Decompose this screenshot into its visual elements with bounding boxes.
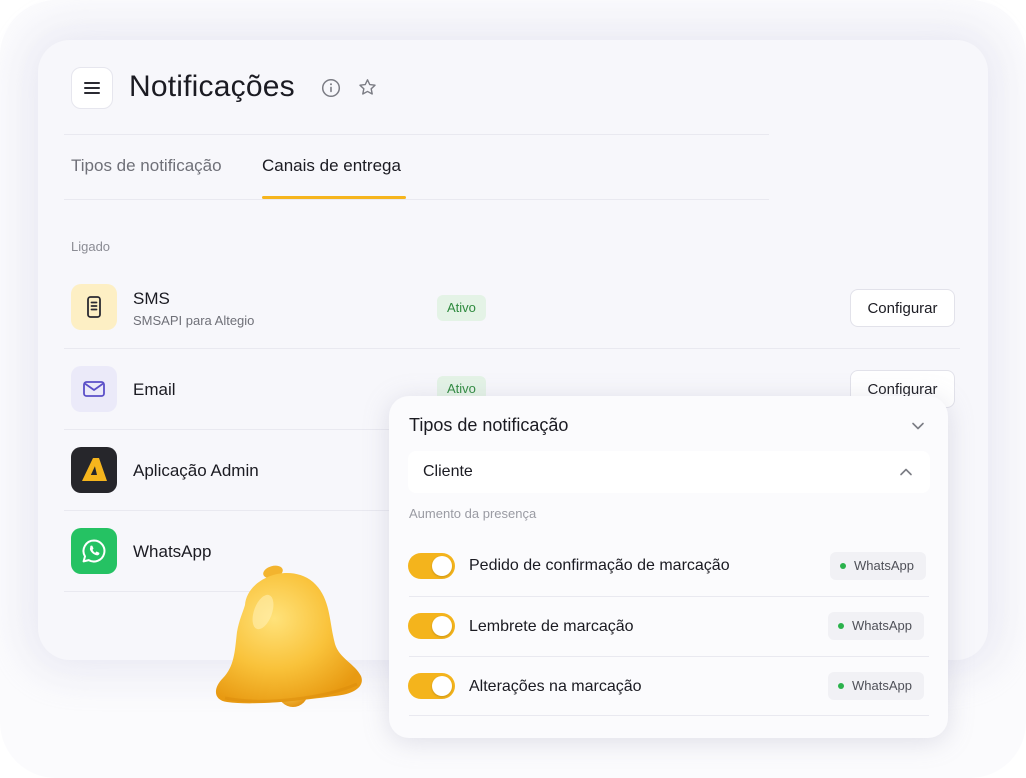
channel-chip: WhatsApp: [828, 672, 924, 700]
menu-button[interactable]: [71, 67, 113, 109]
toggle-knob: [432, 676, 452, 696]
client-dropdown[interactable]: [408, 451, 930, 493]
chevron-down-icon[interactable]: [911, 419, 925, 433]
toggle-knob: [432, 556, 452, 576]
notification-label: Lembrete de marcação: [469, 618, 634, 635]
admin-app-channel-icon: [71, 447, 117, 493]
chevron-up-icon[interactable]: [899, 465, 913, 479]
notification-label: Alterações na marcação: [469, 678, 642, 695]
bell-icon: [215, 565, 362, 707]
whatsapp-icon: [82, 539, 106, 563]
toggle-confirmation-request[interactable]: [408, 553, 455, 579]
toggle-reminder[interactable]: [408, 613, 455, 639]
group-label: Aumento da presença: [409, 506, 537, 521]
row-divider: [64, 429, 394, 430]
email-channel-icon: [71, 366, 117, 412]
tab-notification-types[interactable]: Tipos de notificação: [71, 156, 222, 176]
row-divider: [409, 715, 929, 716]
row-divider: [409, 596, 929, 597]
page-title: Notificações: [129, 70, 295, 103]
star-icon[interactable]: [357, 77, 378, 98]
channel-chip: WhatsApp: [830, 552, 926, 580]
channel-chip: WhatsApp: [828, 612, 924, 640]
channel-name-sms: SMS: [133, 289, 170, 308]
channel-name-email: Email: [133, 380, 176, 399]
mail-icon: [83, 381, 105, 397]
channel-chip-label: WhatsApp: [854, 558, 914, 573]
channel-name-admin-app: Aplicação Admin: [133, 461, 259, 480]
altegio-logo-icon: [82, 458, 107, 481]
row-divider: [64, 348, 960, 349]
channel-chip-label: WhatsApp: [852, 678, 912, 693]
status-dot: [840, 563, 846, 569]
notification-label: Pedido de confirmação de marcação: [469, 557, 730, 574]
header-divider: [64, 134, 769, 135]
tab-delivery-channels[interactable]: Canais de entrega: [262, 156, 401, 176]
status-dot: [838, 683, 844, 689]
row-divider: [64, 510, 394, 511]
hamburger-menu-icon: [84, 82, 100, 94]
channel-chip-label: WhatsApp: [852, 618, 912, 633]
toggle-knob: [432, 616, 452, 636]
section-label-enabled: Ligado: [71, 239, 111, 254]
phone-icon: [87, 296, 101, 318]
status-dot: [838, 623, 844, 629]
info-icon[interactable]: [321, 78, 341, 98]
row-divider: [409, 656, 929, 657]
dropdown-value: Cliente: [423, 463, 473, 480]
status-badge-sms: Ativo: [437, 295, 486, 321]
toggle-booking-changes[interactable]: [408, 673, 455, 699]
tabs-divider: [64, 199, 769, 200]
panel-title: Tipos de notificação: [409, 415, 569, 435]
channel-name-whatsapp: WhatsApp: [133, 542, 212, 561]
whatsapp-channel-icon: [71, 528, 117, 574]
channel-subtitle-sms: SMSAPI para Altegio: [133, 313, 255, 328]
configure-sms-button[interactable]: Configurar: [850, 289, 955, 327]
sms-channel-icon: [71, 284, 117, 330]
